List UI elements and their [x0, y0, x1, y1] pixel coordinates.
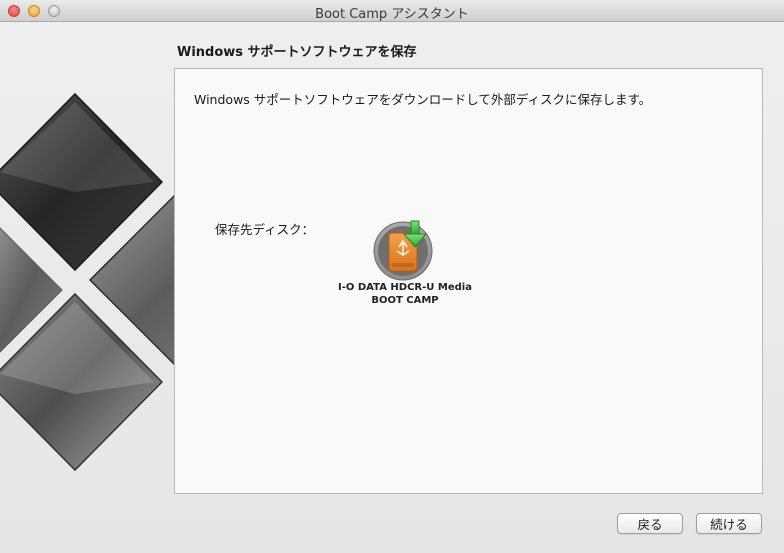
- destination-disk[interactable]: I-O DATA HDCR-U Media BOOT CAMP: [325, 217, 485, 307]
- destination-disk-label: 保存先ディスク：: [215, 222, 315, 237]
- title-bar[interactable]: Boot Camp アシスタント: [0, 0, 784, 22]
- description-text: Windows サポートソフトウェアをダウンロードして外部ディスクに保存します。: [194, 92, 652, 107]
- disk-name-line2: BOOT CAMP: [371, 295, 439, 306]
- boot-camp-window: Boot Camp アシスタント Windows サポートソフトウェアを保存 W…: [0, 0, 784, 553]
- page-heading: Windows サポートソフトウェアを保存: [177, 45, 417, 60]
- content-panel: Windows サポートソフトウェアをダウンロードして外部ディスクに保存します。…: [174, 68, 763, 494]
- usb-drive-download-icon: [373, 220, 433, 281]
- continue-button[interactable]: 続ける: [696, 513, 762, 534]
- disk-name-line1: I-O DATA HDCR-U Media: [338, 282, 472, 293]
- back-button[interactable]: 戻る: [617, 513, 683, 534]
- window-title: Boot Camp アシスタント: [315, 7, 469, 22]
